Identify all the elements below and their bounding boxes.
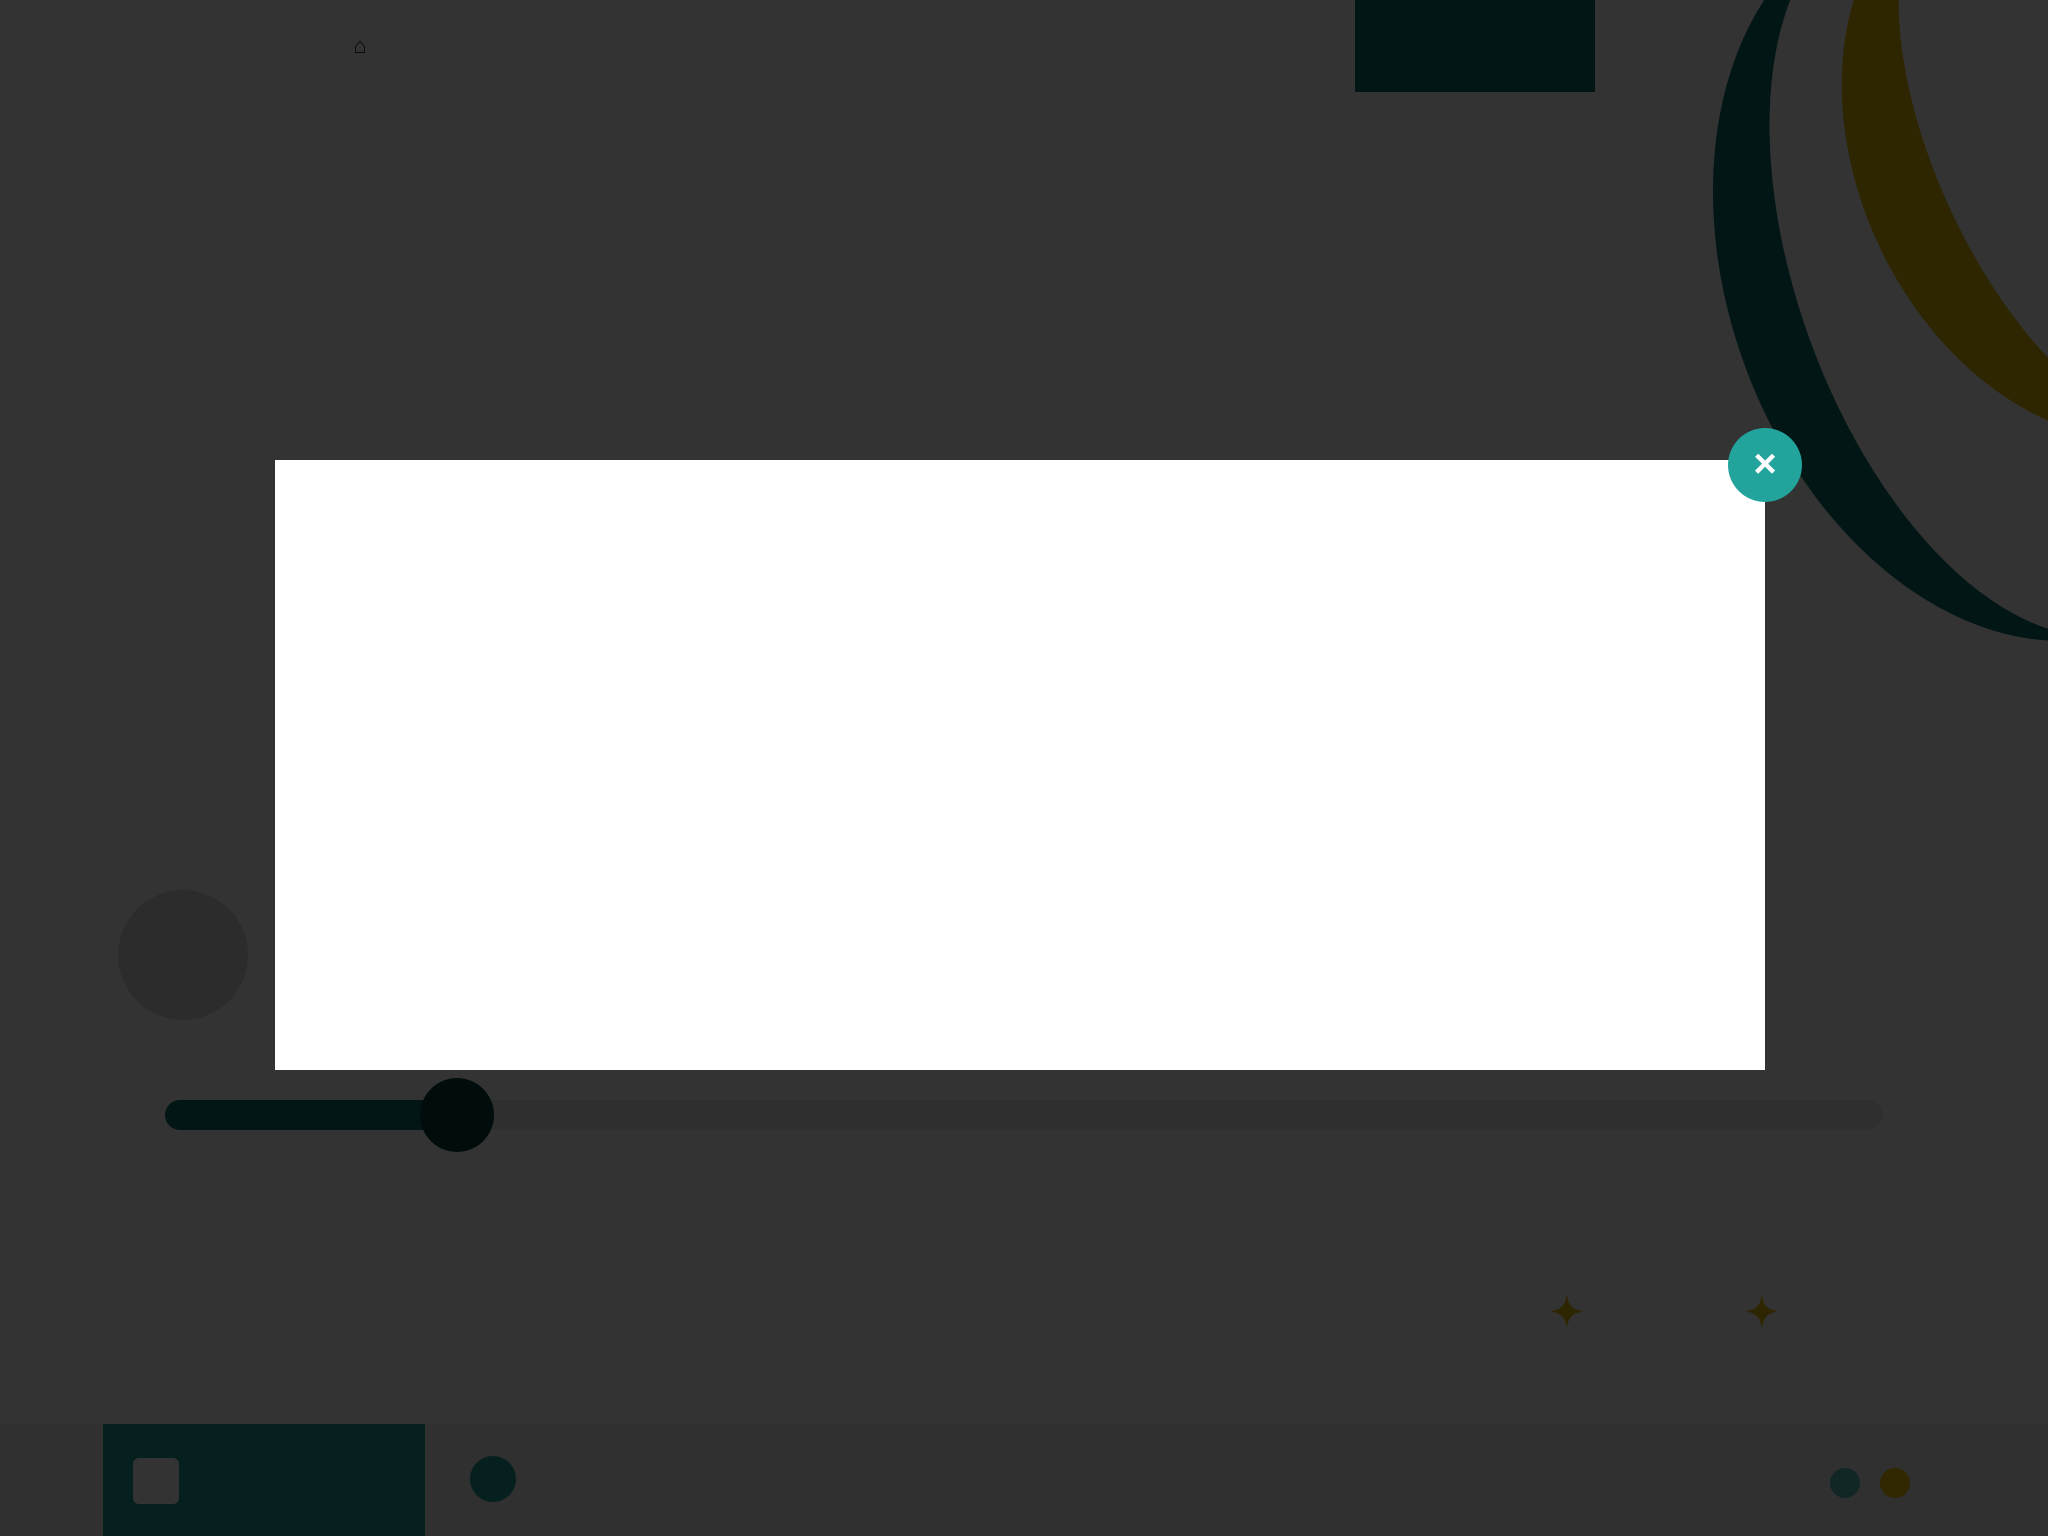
references-list xyxy=(317,550,1727,576)
references-modal xyxy=(275,460,1765,1070)
page: ⌂ ✦ ✦ xyxy=(0,0,2048,1536)
close-button[interactable]: × xyxy=(1728,428,1802,502)
